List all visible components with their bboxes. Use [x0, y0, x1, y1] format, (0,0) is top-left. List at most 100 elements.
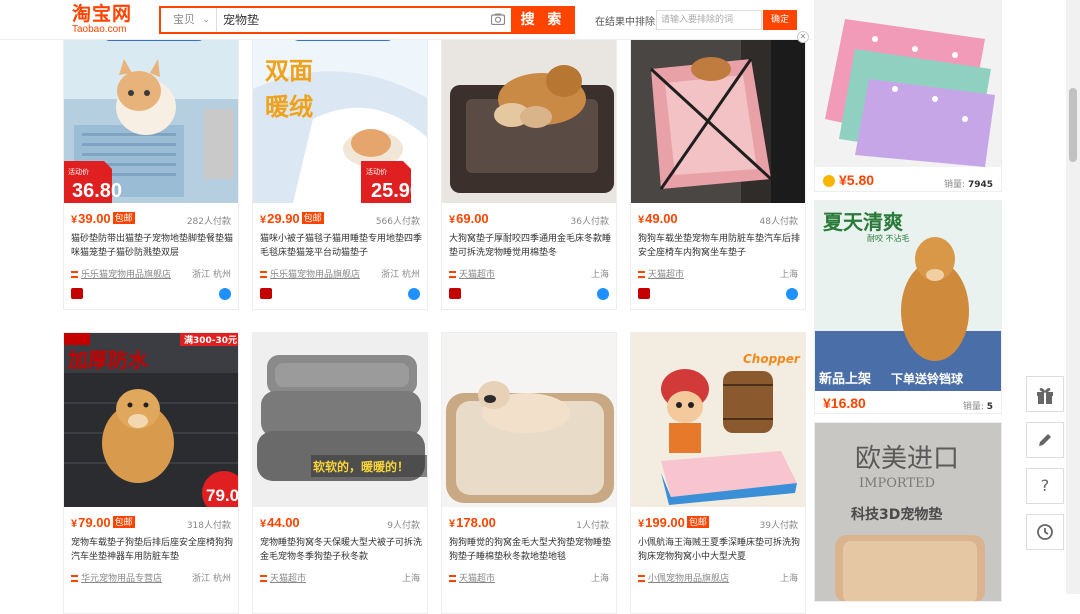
image-overlay-text: 欧美进口	[855, 444, 959, 474]
recommend-card[interactable]: 夏天清爽 耐咬 不沾毛 新品上架 下单送铃铛球 ¥16.80 销量: 5	[814, 200, 1002, 414]
search-input[interactable]: 宠物垫	[221, 8, 491, 32]
product-image[interactable]: 夏天清爽 耐咬 不沾毛 新品上架 下单送铃铛球	[815, 201, 1002, 391]
price-value: 49.00	[645, 211, 678, 226]
product-image[interactable]: 软软的，暖暖的！	[253, 333, 427, 507]
product-title[interactable]: 狗狗车载坐垫宠物车用防脏车垫汽车后排安全座椅车内狗窝坐车垫子	[638, 232, 800, 260]
shop-link[interactable]: 天猫超市	[449, 267, 495, 280]
sold-label: 销量:	[962, 402, 984, 412]
image-overlay-text: 软软的，暖暖的！	[313, 459, 409, 474]
search-button[interactable]: 搜 索	[511, 6, 575, 34]
close-icon[interactable]: ✕	[797, 31, 809, 43]
recommend-price: ¥5.80	[839, 172, 875, 188]
camera-icon[interactable]	[491, 13, 505, 25]
badge-price: 36.80	[72, 180, 122, 202]
product-location: 上海	[779, 574, 798, 584]
product-image[interactable]: 双面 暖绒 活动价 25.90	[253, 29, 427, 203]
product-location: 上海	[590, 574, 609, 584]
product-card[interactable]: ¥178.00 1人付款 狗狗睡觉的狗窝金毛大型犬狗垫宠物睡垫狗垫子睡棉垫秋冬款…	[441, 332, 617, 614]
shop-link[interactable]: 天猫超市	[449, 571, 495, 584]
product-image[interactable]	[442, 333, 616, 507]
product-card[interactable]: ¥49.00 48人付款 狗狗车载坐垫宠物车用防脏车垫汽车后排安全座椅车内狗窝坐…	[630, 28, 806, 310]
product-card[interactable]: Chopper ¥199.00 包邮 39人付款 小佩航海王海贼王夏季深睡床垫可拆…	[630, 332, 806, 614]
tmall-icon[interactable]	[260, 288, 272, 299]
product-price: ¥199.00 包邮	[638, 515, 709, 530]
shop-name: 乐乐猫宠物用品旗舰店	[81, 270, 172, 280]
product-title[interactable]: 狗狗睡觉的狗窝金毛大型犬狗垫宠物睡垫狗垫子睡棉垫秋冬款地垫地毯	[449, 536, 611, 564]
product-location: 上海	[401, 574, 420, 584]
product-card[interactable]: 活动价 36.80 ¥39.00 包邮 282人付款 猫砂垫防带出猫垫子宠物地垫脚…	[63, 28, 239, 310]
price-value: 79.00	[78, 515, 111, 530]
product-card[interactable]: 软软的，暖暖的！ ¥44.00 9人付款 宠物睡垫狗窝冬天保暖大型犬被子可拆洗金…	[252, 332, 428, 614]
product-image[interactable]	[631, 29, 805, 203]
product-title[interactable]: 猫砂垫防带出猫垫子宠物地垫脚垫餐垫猫咪猫笼垫子猫砂防溅垫双层	[71, 232, 233, 260]
shop-icon	[71, 271, 78, 278]
sales-count: 39人付款	[759, 521, 798, 531]
product-card[interactable]: 满300-30元 加厚防水 79.0 ¥79.00 包邮 318人付款 宠物车载垫…	[63, 332, 239, 614]
shop-name: 天猫超市	[648, 270, 685, 280]
wangwang-chat-icon[interactable]	[597, 288, 609, 300]
tmall-icon[interactable]	[71, 288, 83, 299]
taobao-logo[interactable]: 淘宝网 Taobao.com	[72, 4, 142, 36]
image-overlay-text: Chopper	[743, 352, 801, 366]
edit-icon[interactable]	[1026, 422, 1064, 458]
product-title[interactable]: 宠物睡垫狗窝冬天保暖大型犬被子可拆洗金毛宠物冬季狗垫子秋冬款	[260, 536, 422, 564]
product-card[interactable]: ¥69.00 36人付款 大狗窝垫子厚耐咬四季通用金毛床冬款睡垫可拆洗宠物睡觉用…	[441, 28, 617, 310]
history-icon[interactable]	[1026, 514, 1064, 550]
help-icon[interactable]: ?	[1026, 468, 1064, 504]
product-image[interactable]	[442, 29, 616, 203]
scrollbar-thumb[interactable]	[1069, 88, 1077, 162]
sales-count: 36人付款	[570, 217, 609, 227]
shop-link[interactable]: 华元宠物用品专营店	[71, 571, 162, 584]
sold-count: 销量: 5	[963, 399, 993, 412]
exclude-input[interactable]: 请输入要排除的词	[656, 10, 762, 30]
product-image[interactable]	[815, 0, 1002, 167]
svg-text:下单送铃铛球: 下单送铃铛球	[891, 371, 964, 386]
shop-icon	[71, 575, 78, 582]
product-title[interactable]: 小佩航海王海贼王夏季深睡床垫可拆洗狗狗床宠物狗窝小中大型犬夏	[638, 536, 800, 564]
product-location: 上海	[779, 270, 798, 280]
product-image[interactable]: Chopper	[631, 333, 805, 507]
wangwang-chat-icon[interactable]	[408, 288, 420, 300]
recommend-card[interactable]: ¥5.80 销量: 7945	[814, 0, 1002, 192]
exclude-confirm-button[interactable]: 确定	[763, 10, 797, 30]
product-title[interactable]: 猫咪小被子猫毯子猫用睡垫专用地垫四季毛毯床垫猫笼平台动猫垫子	[260, 232, 422, 260]
sold-label: 销量:	[944, 180, 966, 190]
shop-link[interactable]: 天猫超市	[638, 267, 684, 280]
svg-text:IMPORTED: IMPORTED	[859, 476, 935, 491]
tmall-icon[interactable]	[449, 288, 461, 299]
shop-name: 天猫超市	[459, 574, 496, 584]
svg-text:新品上架: 新品上架	[819, 371, 871, 387]
product-title[interactable]: 大狗窝垫子厚耐咬四季通用金毛床冬款睡垫可拆洗宠物睡觉用棉垫冬	[449, 232, 611, 260]
recommend-card[interactable]: 欧美进口 IMPORTED 科技3D宠物垫	[814, 422, 1002, 602]
shop-name: 小佩宠物用品旗舰店	[648, 574, 730, 584]
gift-icon[interactable]	[1026, 376, 1064, 412]
recommend-price: ¥16.80	[823, 395, 866, 411]
shop-link[interactable]: 乐乐猫宠物用品旗舰店	[260, 267, 360, 280]
search-header: 淘宝网 Taobao.com 宝贝 ⌄ 宠物垫 搜 索 在结果中排除 请输入要排…	[0, 0, 812, 40]
product-image[interactable]: 满300-30元 加厚防水 79.0	[64, 333, 238, 507]
price-value: 199.00	[645, 515, 685, 530]
product-title[interactable]: 宠物车载垫子狗垫后排后座安全座椅狗狗汽车坐垫神器车用防脏车垫	[71, 536, 233, 564]
product-price: ¥29.90 包邮	[260, 211, 324, 226]
tmall-icon[interactable]	[638, 288, 650, 299]
product-image[interactable]: 欧美进口 IMPORTED 科技3D宠物垫	[815, 423, 1002, 602]
price-value: 5.80	[846, 172, 875, 188]
search-category-select[interactable]: 宝贝 ⌄	[161, 8, 217, 32]
logo-text: 淘宝网	[72, 3, 133, 25]
shop-icon	[449, 271, 456, 278]
product-card[interactable]: 双面 暖绒 活动价 25.90 ¥29.90 包邮 566人付款 猫咪小被子猫毯子…	[252, 28, 428, 310]
price-value: 16.80	[830, 395, 866, 411]
shop-link[interactable]: 小佩宠物用品旗舰店	[638, 571, 729, 584]
scrollbar[interactable]	[1066, 0, 1080, 594]
sold-value: 5	[986, 402, 993, 412]
product-image[interactable]: 活动价 36.80	[64, 29, 238, 203]
free-shipping-badge: 包邮	[112, 516, 135, 528]
wangwang-chat-icon[interactable]	[219, 288, 231, 300]
shop-link[interactable]: 天猫超市	[260, 571, 306, 584]
sales-count: 282人付款	[186, 217, 231, 227]
shop-link[interactable]: 乐乐猫宠物用品旗舰店	[71, 267, 171, 280]
wangwang-chat-icon[interactable]	[786, 288, 798, 300]
category-label: 宝贝	[173, 13, 195, 26]
product-price: ¥44.00	[260, 515, 300, 530]
price-value: 69.00	[456, 211, 489, 226]
